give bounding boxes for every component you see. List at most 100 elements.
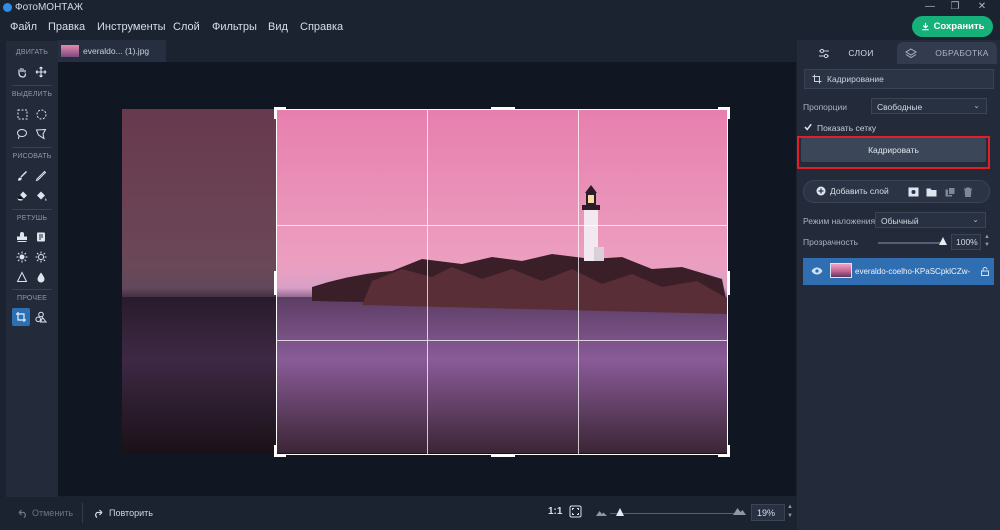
layer-row-selected[interactable]: everaldo-coelho-KPaSCpklCZw- (803, 258, 994, 285)
redo-label: Повторить (109, 508, 153, 518)
zoom-out-icon[interactable] (596, 508, 607, 518)
zoom-slider-thumb[interactable] (616, 508, 624, 516)
download-icon (921, 22, 929, 31)
menu-layer[interactable]: Слой (173, 21, 200, 33)
document-tab[interactable]: everaldo... (1).jpg (58, 40, 166, 62)
sliders-icon (819, 48, 830, 58)
add-layer-button[interactable]: Добавить слой (816, 186, 889, 196)
duplicate-icon[interactable] (945, 187, 956, 197)
zoom-down-icon[interactable]: ▼ (787, 513, 793, 519)
tool-group-select-label: ВЫДЕЛИТЬ (11, 91, 53, 98)
blur-icon[interactable] (32, 268, 50, 286)
blend-mode-label: Режим наложения: (803, 216, 878, 226)
opacity-slider-thumb[interactable] (939, 237, 947, 245)
tab-layers[interactable]: СЛОИ (797, 42, 895, 64)
menu-edit[interactable]: Правка (48, 21, 85, 33)
pencil-icon[interactable] (32, 167, 50, 185)
crop-grid-line (277, 225, 727, 226)
move-icon[interactable] (32, 63, 50, 81)
layer-thumbnail (830, 263, 852, 278)
plus-circle-icon (816, 186, 826, 196)
crop-icon[interactable] (12, 308, 30, 326)
sharpen-icon[interactable] (13, 268, 31, 286)
add-layer-label: Добавить слой (830, 186, 889, 196)
redo-icon (95, 509, 103, 518)
exposure-icon[interactable] (32, 248, 50, 266)
crop-grid-line (277, 340, 727, 341)
blend-mode-select[interactable]: Обычный ⌄ (875, 212, 986, 228)
shapes-icon[interactable] (32, 308, 50, 326)
zoom-up-icon[interactable]: ▲ (787, 504, 793, 510)
rect-select-icon[interactable] (13, 105, 31, 123)
opacity-value-input[interactable]: 100% (951, 234, 981, 250)
crop-dim-overlay (122, 109, 276, 453)
tab-processing[interactable]: ОБРАБОТКА (897, 42, 997, 64)
patch-icon[interactable] (32, 228, 50, 246)
crop-handle-bottom-left[interactable] (274, 445, 277, 457)
eye-icon[interactable] (811, 267, 823, 275)
ellipse-select-icon[interactable] (32, 105, 50, 123)
menu-view[interactable]: Вид (268, 21, 288, 33)
crop-handle-top[interactable] (491, 107, 515, 110)
crop-handle-top-left[interactable] (274, 107, 277, 119)
opacity-up-icon[interactable]: ▲ (984, 234, 990, 240)
tool-palette: ДВИГАТЬ ВЫДЕЛИТЬ РИСОВАТЬ РЕТУШЬ ПРОЧЕЕ (6, 41, 58, 497)
crop-handle-left[interactable] (274, 271, 277, 295)
opacity-slider-track[interactable] (878, 242, 944, 244)
folder-icon[interactable] (926, 187, 937, 197)
crop-section-header: Кадрирование (804, 69, 994, 89)
brush-icon[interactable] (13, 167, 31, 185)
brightness-icon[interactable] (13, 248, 31, 266)
zoom-slider-track[interactable] (610, 513, 738, 514)
maximize-button[interactable]: ❐ (945, 1, 965, 12)
add-mask-icon[interactable] (908, 187, 919, 197)
proportions-value: Свободные (877, 102, 923, 112)
save-button-label: Сохранить (933, 21, 985, 32)
menu-help[interactable]: Справка (300, 21, 343, 33)
unlock-icon[interactable] (981, 267, 989, 276)
zoom-value-input[interactable]: 19% (751, 504, 785, 521)
document-thumbnail (61, 45, 79, 57)
crop-frame[interactable] (274, 107, 730, 457)
app-title: ФотоМОНТАЖ (15, 2, 83, 13)
save-button[interactable]: Сохранить (912, 16, 993, 37)
polygon-lasso-icon[interactable] (32, 125, 50, 143)
crop-handle-bottom[interactable] (491, 454, 515, 457)
fit-screen-icon[interactable] (569, 505, 582, 520)
hand-icon[interactable] (13, 63, 31, 81)
tool-divider (12, 85, 52, 86)
undo-button[interactable]: Отменить (16, 508, 73, 518)
menu-filters[interactable]: Фильтры (212, 21, 257, 33)
zoom-in-icon[interactable] (733, 506, 746, 517)
menu-file[interactable]: Файл (10, 21, 37, 33)
eraser-icon[interactable] (13, 187, 31, 205)
crop-grid-line (578, 110, 579, 454)
layer-actions-bar: Добавить слой (803, 180, 990, 203)
document-tab-label: everaldo... (1).jpg (83, 46, 150, 56)
close-button[interactable]: ✕ (972, 1, 992, 12)
tool-group-move-label: ДВИГАТЬ (15, 49, 49, 56)
lasso-icon[interactable] (13, 125, 31, 143)
crop-handle-bottom-right[interactable] (727, 445, 730, 457)
stamp-icon[interactable] (13, 228, 31, 246)
blend-mode-value: Обычный (881, 216, 919, 226)
menu-tools[interactable]: Инструменты (97, 21, 166, 33)
proportions-select[interactable]: Свободные ⌄ (871, 98, 987, 114)
minimize-button[interactable]: — (920, 1, 940, 12)
chevron-down-icon: ⌄ (973, 101, 980, 110)
document-tab-strip: everaldo... (1).jpg (58, 40, 796, 62)
canvas-area[interactable] (58, 62, 796, 496)
crop-handle-right[interactable] (727, 271, 730, 295)
show-grid-checkbox[interactable] (804, 123, 812, 131)
trash-icon[interactable] (963, 187, 973, 197)
fill-icon[interactable] (32, 187, 50, 205)
actual-size-button[interactable]: 1:1 (548, 506, 562, 517)
crop-handle-top-right[interactable] (727, 107, 730, 119)
crop-mini-icon (812, 74, 822, 84)
tool-group-retouch-label: РЕТУШЬ (16, 215, 48, 222)
show-grid-label: Показать сетку (817, 123, 877, 133)
opacity-down-icon[interactable]: ▼ (984, 242, 990, 248)
redo-button[interactable]: Повторить (93, 508, 153, 518)
layers-icon (905, 47, 918, 58)
panel-tabs: СЛОИ ОБРАБОТКА (797, 40, 1000, 64)
